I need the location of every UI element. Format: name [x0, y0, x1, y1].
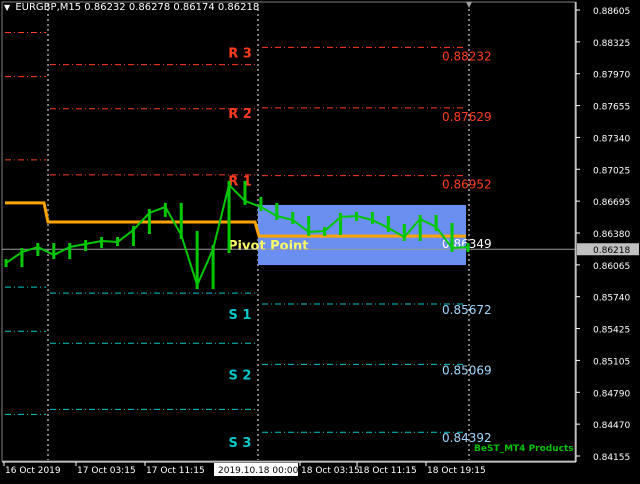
price-segment	[69, 243, 86, 249]
x-tick-label: 18 Oct 11:15	[358, 466, 417, 476]
symbol-timeframe: EURGBP,M15	[15, 2, 82, 13]
level-label-r2: R 2	[228, 107, 252, 122]
y-tick-label: 0.87025	[593, 166, 630, 176]
level-label-s3: S 3	[229, 436, 252, 451]
level-label-r3: R 3	[228, 46, 252, 61]
y-tick-label: 0.84155	[593, 453, 630, 463]
level-label-s2: S 2	[229, 368, 252, 383]
price-segment	[340, 214, 357, 218]
price-segment	[308, 229, 325, 233]
x-tick-label: 17 Oct 03:15	[77, 466, 136, 476]
level-value-s2: 0.85069	[442, 363, 492, 377]
y-tick-label: 0.84470	[593, 421, 630, 431]
level-label-pp: Pivot Point	[228, 239, 309, 254]
level-value-r3: 0.88232	[442, 49, 492, 63]
level-value-r2: 0.87629	[442, 110, 492, 124]
y-tick-label: 0.85740	[593, 294, 630, 304]
x-tick-label: 16 Oct 2019	[5, 466, 61, 476]
triangle-down-icon[interactable]: ▼	[4, 3, 10, 12]
price-segment	[53, 246, 71, 256]
price-segment	[244, 199, 262, 208]
x-tick-label: 18 Oct 03:15	[301, 466, 360, 476]
price-segment	[149, 206, 166, 214]
y-tick-label: 0.86695	[593, 198, 630, 208]
chart-canvas[interactable]: R 3 0.88232R 2 0.87629R 1 0.86952Pivot Poin…	[0, 0, 640, 480]
x-tick-label: 17 Oct 11:15	[146, 466, 205, 476]
current-price-label: 0.86218	[593, 246, 630, 256]
y-tick-label: 0.87340	[593, 134, 630, 144]
price-segment	[196, 248, 215, 286]
watermark-text: BeST_MT4 Products	[474, 444, 574, 454]
price-chart[interactable]: R 3 0.88232 R 2 0.87629 R 1 0.86952 Pivot Poin…	[0, 0, 640, 480]
level-value-s1: 0.85672	[442, 303, 492, 317]
ohlc-values: 0.86232 0.86278 0.86174 0.86218	[84, 2, 260, 13]
y-tick-label: 0.84790	[593, 389, 630, 399]
level-label-s1: S 1	[229, 308, 252, 323]
x-tick-label: 18 Oct 19:15	[427, 466, 486, 476]
price-segment	[85, 240, 102, 246]
price-segment	[180, 234, 199, 286]
price-segment	[101, 240, 118, 244]
x-tick-label: 2019.10.18 00:00	[218, 466, 299, 476]
price-segment	[5, 251, 23, 264]
y-tick-label: 0.86065	[593, 262, 630, 272]
chart-shift-icon[interactable]	[466, 2, 472, 8]
y-tick-label: 0.86380	[593, 230, 630, 240]
price-segment	[452, 246, 469, 250]
price-segment	[116, 229, 135, 243]
symbol-header: ▼ EURGBP,M15 0.86232 0.86278 0.86174 0.8…	[4, 2, 259, 13]
y-tick-label: 0.87655	[593, 103, 630, 113]
level-value-r1: 0.86952	[442, 178, 492, 192]
y-tick-label: 0.88325	[593, 39, 630, 49]
y-tick-label: 0.88605	[593, 7, 630, 17]
y-tick-label: 0.87970	[593, 71, 630, 81]
y-tick-label: 0.85105	[593, 357, 630, 367]
y-tick-label: 0.85425	[593, 326, 630, 336]
price-segment	[212, 184, 231, 250]
price-segment	[37, 246, 55, 256]
